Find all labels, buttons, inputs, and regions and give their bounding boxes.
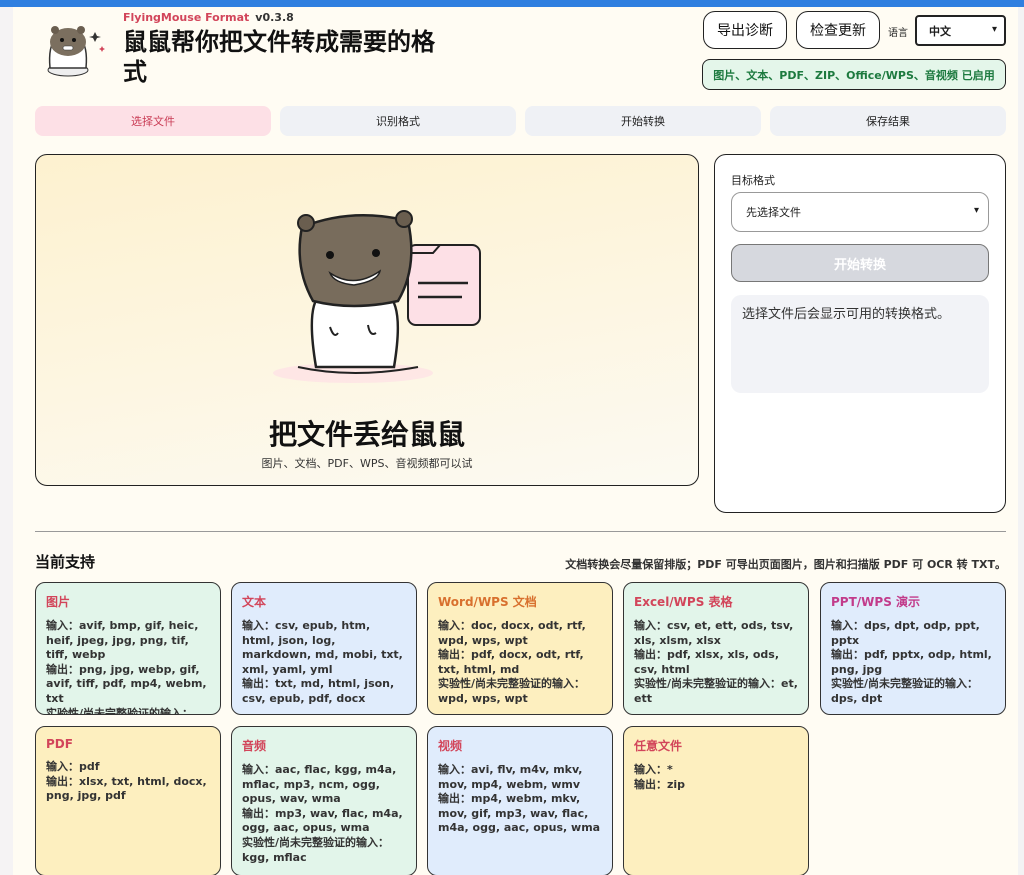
card-title: PPT/WPS 演示 [831,595,921,609]
step-select-file[interactable]: 选择文件 [35,106,271,136]
brand-name: FlyingMouse Format v0.3.8 [123,11,294,24]
format-card-text: 文本 输入：csv, epub, htm, html, json, log, m… [231,582,417,715]
card-line: 输入：csv, epub, htm, html, json, log, mark… [242,619,403,676]
support-title: 当前支持 [35,553,96,571]
conversion-panel: 目标格式 先选择文件 ▾ 开始转换 选择文件后会显示可用的转换格式。 [714,154,1006,513]
file-dropzone[interactable]: 把文件丢给鼠鼠 图片、文档、PDF、WPS、音视频都可以试 [35,154,699,486]
card-line: 实验性/尚未完整验证的输入：wpd, wps, wpt [438,677,586,705]
dropzone-subtitle: 图片、文档、PDF、WPS、音视频都可以试 [261,457,473,470]
card-title: Excel/WPS 表格 [634,595,733,609]
card-line: 输入：doc, docx, odt, rtf, wpd, wps, wpt [438,619,586,647]
chevron-down-icon: ▾ [991,24,997,35]
card-line: 输入：* [634,763,673,776]
card-line: 输入：pdf [46,760,100,773]
card-line: 输出：pdf, pptx, odp, html, png, jpg [831,648,992,676]
card-line: 实验性/尚未完整验证的输入：heic, heif [46,706,194,715]
format-card-ppt: PPT/WPS 演示 输入：dps, dpt, odp, ppt, pptx 输… [820,582,1006,715]
card-line: 输出：txt, md, html, json, csv, epub, pdf, … [242,677,395,705]
card-title: 视频 [438,739,463,753]
card-line: 输出：mp3, wav, flac, m4a, ogg, aac, opus, … [242,806,403,835]
version-label: v0.3.8 [255,11,294,24]
card-line: 输出：pdf, docx, odt, rtf, txt, html, md [438,648,584,676]
card-line: 输入：avi, flv, m4v, mkv, mov, mp4, webm, w… [438,763,583,791]
card-line: 输入：dps, dpt, odp, ppt, pptx [831,619,980,647]
export-diagnostics-button[interactable]: 导出诊断 [703,11,787,49]
card-line: 输出：png, jpg, webp, gif, avif, tiff, pdf,… [46,662,207,705]
card-line: 输出：xlsx, txt, html, docx, png, jpg, pdf [46,774,207,803]
card-line: 输出：zip [634,777,686,791]
card-line: 实验性/尚未完整验证的输入：kgg, mflac [242,835,390,864]
language-select[interactable]: 中文 ▾ [915,15,1006,46]
format-card-audio: 音频 输入：aac, flac, kgg, m4a, mflac, mp3, n… [231,726,417,875]
brand-title: FlyingMouse Format [123,11,250,24]
check-update-button[interactable]: 检查更新 [796,11,880,49]
card-title: Word/WPS 文档 [438,595,537,609]
section-divider [35,531,1006,532]
format-hint: 选择文件后会显示可用的转换格式。 [731,295,989,393]
dropzone-title: 把文件丢给鼠鼠 [268,418,465,451]
hamster-folder-illustration-icon [273,210,481,383]
card-title: PDF [46,737,73,751]
target-format-value: 先选择文件 [746,206,801,219]
format-card-any: 任意文件 输入：* 输出：zip [623,726,809,875]
step-detect-format[interactable]: 识别格式 [280,106,516,136]
format-card-excel: Excel/WPS 表格 输入：csv, et, ett, ods, tsv, … [623,582,809,715]
format-card-pdf: PDF 输入：pdf 输出：xlsx, txt, html, docx, png… [35,726,221,875]
start-convert-button[interactable]: 开始转换 [731,244,989,282]
step-start-convert[interactable]: 开始转换 [525,106,761,136]
card-line: 输出：pdf, xlsx, xls, ods, csv, html [634,648,780,676]
language-label: 语言 [888,28,908,39]
target-format-select[interactable]: 先选择文件 ▾ [731,192,989,232]
card-line: 实验性/尚未完整验证的输入：et, ett [634,677,798,705]
card-line: 输出：mp4, webm, mkv, mov, gif, mp3, wav, f… [438,792,601,835]
card-line: 输入：csv, et, ett, ods, tsv, xls, xlsm, xl… [634,619,794,647]
format-card-video: 视频 输入：avi, flv, m4v, mkv, mov, mp4, webm… [427,726,613,875]
format-card-image: 图片 输入：avif, bmp, gif, heic, heif, jpeg, … [35,582,221,715]
left-edge [0,7,13,875]
language-value: 中文 [929,24,951,38]
scrollbar[interactable] [1018,7,1024,875]
card-line: 输入：avif, bmp, gif, heic, heif, jpeg, jpg… [46,619,199,662]
support-note: 文档转换会尽量保留排版；PDF 可导出页面图片，图片和扫描版 PDF 可 OCR… [565,558,1006,571]
format-card-word: Word/WPS 文档 输入：doc, docx, odt, rtf, wpd,… [427,582,613,715]
browser-top-bar [0,0,1024,7]
enabled-formats-badge: 图片、文本、PDF、ZIP、Office/WPS、音视频 已启用 [702,59,1006,90]
card-line: 实验性/尚未完整验证的输入：dps, dpt [831,677,979,705]
card-title: 音频 [242,739,267,753]
page-title: 鼠鼠帮你把文件转成需要的格式 [123,28,435,86]
target-format-label: 目标格式 [731,174,775,187]
card-title: 文本 [242,595,267,609]
step-save-result[interactable]: 保存结果 [770,106,1006,136]
card-title: 图片 [46,595,71,609]
hamster-logo-icon [47,26,105,77]
card-line: 输入：aac, flac, kgg, m4a, mflac, mp3, ncm,… [242,763,397,806]
card-title: 任意文件 [634,739,683,753]
chevron-down-icon: ▾ [973,205,979,216]
